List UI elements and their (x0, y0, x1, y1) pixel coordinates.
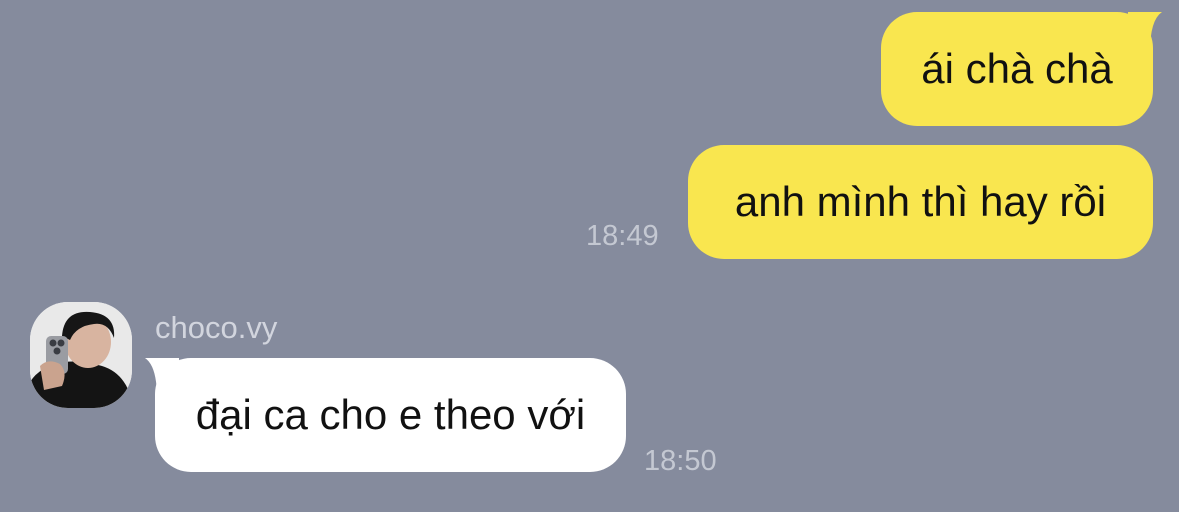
message-text: ái chà chà (921, 45, 1113, 92)
sender-name[interactable]: choco.vy (155, 310, 277, 346)
message-timestamp: 18:50 (644, 445, 717, 477)
message-timestamp: 18:49 (586, 220, 659, 252)
incoming-message-bubble[interactable]: đại ca cho e theo với (155, 358, 626, 472)
avatar[interactable] (30, 302, 132, 408)
bubble-tail-icon (145, 358, 179, 398)
message-text: đại ca cho e theo với (195, 391, 586, 438)
outgoing-message-bubble[interactable]: ái chà chà (881, 12, 1153, 126)
outgoing-message-bubble[interactable]: anh mình thì hay rồi (688, 145, 1153, 259)
message-text: anh mình thì hay rồi (734, 178, 1107, 225)
user-photo-icon (30, 302, 132, 408)
bubble-tail-icon (1128, 12, 1162, 52)
